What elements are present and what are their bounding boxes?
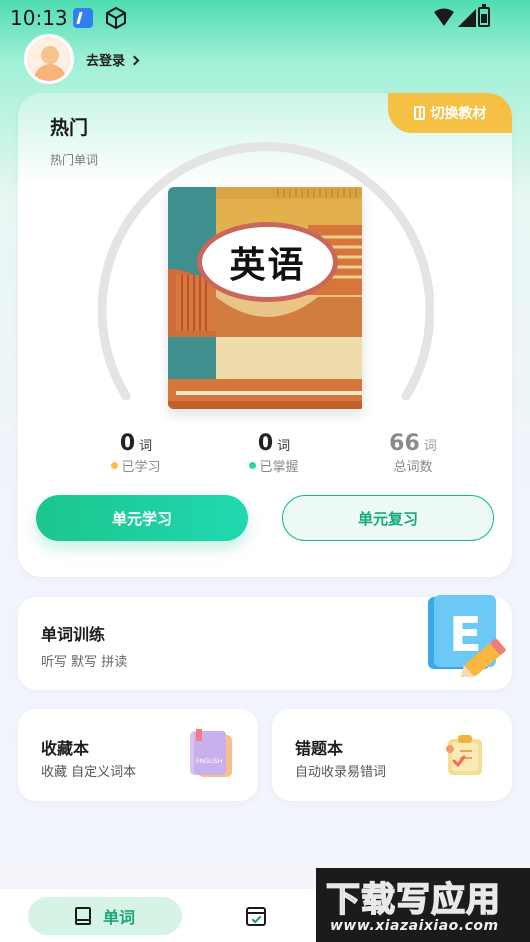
stat-learned: 0词 已学习 [96, 431, 176, 475]
svg-text:ENGLISH: ENGLISH [196, 758, 222, 765]
word-training-title: 单词训练 [41, 625, 106, 644]
cube-icon [106, 7, 126, 29]
mistakes-card[interactable]: 错题本 自动收录易错词 [272, 709, 512, 801]
watermark: 下载写应用 www.xiazaixiao.com [316, 868, 530, 942]
textbook-title: 英语 [197, 222, 338, 302]
watermark-logo-text: 下载写应用 [325, 879, 501, 921]
mistakes-title: 错题本 [295, 739, 344, 758]
book-icon [74, 907, 91, 925]
stat-learned-value: 0 [119, 431, 136, 456]
favorites-title: 收藏本 [41, 739, 90, 758]
stat-total-label: 总词数 [393, 460, 433, 475]
stat-learned-unit: 词 [139, 439, 153, 454]
textbook-card: 切换教材 热门 热门单词 英语 0 词 已学习 0 词 已掌握 66 词 总词数… [18, 93, 512, 577]
mastered-dot-icon [249, 462, 257, 469]
unit-learn-button[interactable]: 单元学习 [36, 495, 248, 541]
watermark-url: www.xiazaixiao.com [330, 918, 499, 934]
stat-total: 66 词 总词数 [368, 431, 458, 475]
card-subtitle: 热门单词 [50, 153, 99, 167]
unit-review-button[interactable]: 单元复习 [282, 495, 494, 541]
word-training-card[interactable]: 单词训练 听写 默写 拼读 E [18, 595, 512, 690]
tab-words-label: 单词 [102, 908, 135, 927]
stat-total-value: 66 [389, 431, 420, 456]
status-time: 10:13 [10, 6, 68, 30]
book-icon [413, 106, 425, 120]
avatar[interactable] [24, 34, 74, 84]
stat-mastered-value: 0 [257, 431, 274, 456]
favorites-card[interactable]: 收藏本 收藏 自定义词本 ENGLISH [18, 709, 258, 801]
tab-words[interactable]: 单词 [28, 897, 182, 935]
clipboard-check-icon [446, 735, 482, 775]
battery-icon [478, 4, 490, 27]
switch-textbook-button[interactable]: 切换教材 [388, 93, 512, 133]
textbook-cover[interactable]: 英语 [168, 187, 362, 409]
stat-mastered-unit: 词 [277, 439, 291, 454]
login-link[interactable]: 去登录 [86, 50, 140, 69]
stat-mastered-label: 已掌握 [259, 460, 299, 475]
stat-mastered: 0词 已掌握 [234, 431, 314, 475]
status-bar: 10:13 [0, 0, 530, 36]
favorites-subtitle: 收藏 自定义词本 [41, 765, 137, 780]
word-training-subtitle: 听写 默写 拼读 [41, 655, 128, 670]
learned-dot-icon [111, 462, 119, 469]
letter-e-pencil-icon: E [428, 595, 506, 677]
stats-row: 0词 已学习 0词 已掌握 66 词 总词数 [18, 431, 512, 481]
notebook-icon: ENGLISH [190, 729, 232, 777]
app-notification-icon [73, 8, 93, 28]
chevron-right-icon [129, 55, 140, 66]
mistakes-subtitle: 自动收录易错词 [295, 765, 387, 780]
card-title: 热门 [50, 117, 89, 139]
stat-learned-label: 已学习 [121, 460, 161, 475]
stat-total-unit: 词 [423, 439, 437, 454]
login-label: 去登录 [86, 54, 126, 69]
tab-calendar-icon[interactable] [246, 907, 266, 926]
switch-textbook-label: 切换教材 [430, 106, 487, 122]
